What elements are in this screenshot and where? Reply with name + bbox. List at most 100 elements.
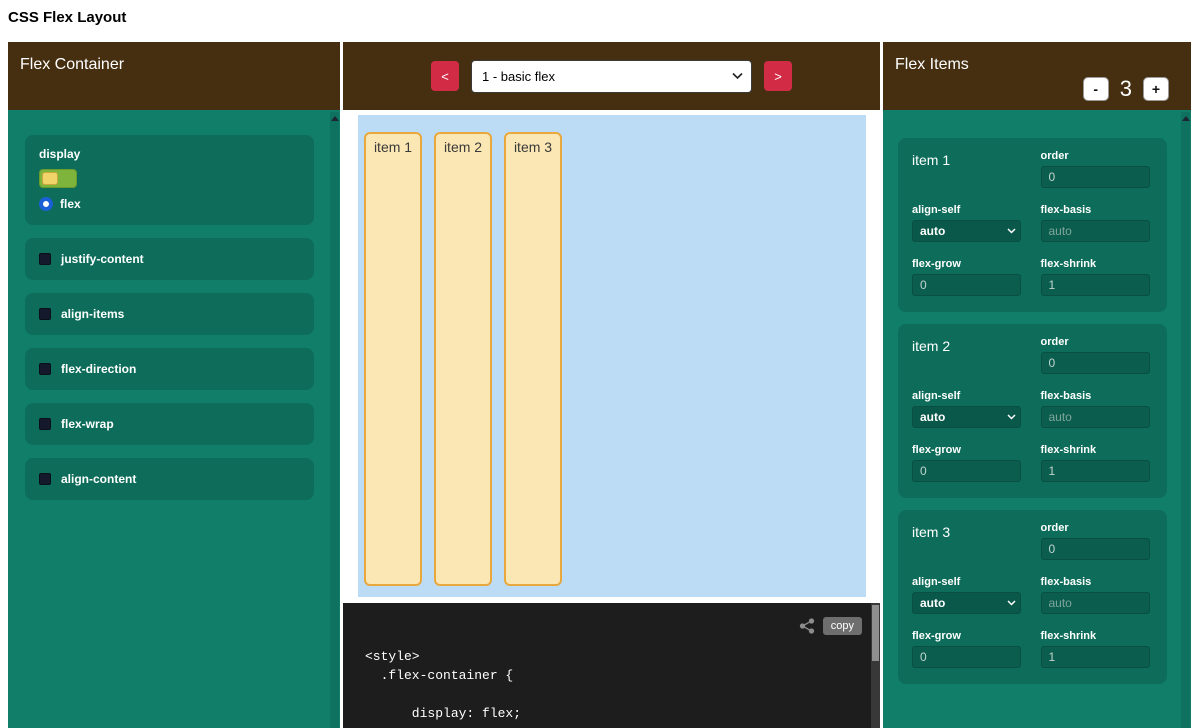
toggle-knob-icon	[42, 172, 58, 185]
align-self-select[interactable]: auto	[912, 406, 1021, 428]
display-option-group: display flex	[25, 135, 314, 225]
align-self-field: align-self auto	[912, 576, 1025, 614]
flex-container-panel-header: Flex Container	[8, 42, 340, 110]
flex-shrink-input[interactable]	[1041, 646, 1150, 668]
flex-basis-input[interactable]	[1041, 406, 1150, 428]
code-panel: copy <style> .flex-container { display: …	[343, 603, 880, 728]
example-select-wrap: 1 - basic flex	[471, 60, 752, 93]
next-example-button[interactable]: >	[764, 61, 792, 91]
order-field: order	[1041, 150, 1154, 188]
flex-items-panel: Flex Items - 3 + item 1 order align-self…	[883, 42, 1191, 728]
flex-basis-label: flex-basis	[1041, 204, 1154, 216]
copy-button[interactable]: copy	[823, 617, 862, 635]
flex-basis-field: flex-basis	[1041, 576, 1154, 614]
item-count: 3	[1120, 76, 1132, 102]
align-self-select-wrap: auto	[912, 220, 1025, 242]
add-item-button[interactable]: +	[1143, 77, 1169, 101]
scroll-up-arrow-icon[interactable]	[331, 116, 339, 121]
item-card-title: item 1	[912, 150, 1025, 188]
item-card: item 3 order align-self auto flex-basis	[898, 510, 1167, 684]
option-flex-direction: flex-direction	[25, 348, 314, 390]
align-self-select[interactable]: auto	[912, 220, 1021, 242]
align-self-label: align-self	[912, 204, 1025, 216]
option-align-items: align-items	[25, 293, 314, 335]
code-scrollbar-thumb[interactable]	[872, 605, 879, 661]
flex-shrink-label: flex-shrink	[1041, 630, 1154, 642]
flex-shrink-field: flex-shrink	[1041, 444, 1154, 482]
preview-item: item 1	[364, 132, 422, 586]
flex-basis-field: flex-basis	[1041, 390, 1154, 428]
item-card: item 2 order align-self auto flex-basis	[898, 324, 1167, 498]
example-toolbar: < 1 - basic flex >	[343, 42, 880, 110]
preview-panel: < 1 - basic flex > item 1 item 2 item 3	[343, 42, 880, 728]
flex-grow-label: flex-grow	[912, 444, 1025, 456]
right-panel-scrollbar[interactable]	[1181, 112, 1190, 728]
justify-content-label: justify-content	[61, 252, 144, 266]
flex-shrink-input[interactable]	[1041, 460, 1150, 482]
preview-item: item 3	[504, 132, 562, 586]
preview-item: item 2	[434, 132, 492, 586]
flex-shrink-label: flex-shrink	[1041, 258, 1154, 270]
align-self-field: align-self auto	[912, 204, 1025, 242]
flex-basis-label: flex-basis	[1041, 576, 1154, 588]
align-self-label: align-self	[912, 390, 1025, 402]
scroll-up-arrow-icon[interactable]	[1182, 116, 1190, 121]
order-input[interactable]	[1041, 352, 1150, 374]
flex-items-panel-header: Flex Items - 3 +	[883, 42, 1191, 110]
flex-container-panel: Flex Container display flex justify-cont…	[8, 42, 340, 728]
flex-shrink-input[interactable]	[1041, 274, 1150, 296]
display-label: display	[39, 147, 300, 161]
align-content-label: align-content	[61, 472, 136, 486]
flex-container-title: Flex Container	[20, 56, 124, 73]
flex-grow-input[interactable]	[912, 274, 1021, 296]
code-line	[365, 685, 880, 704]
flex-basis-input[interactable]	[1041, 592, 1150, 614]
item-card-title: item 3	[912, 522, 1025, 560]
left-panel-scrollbar[interactable]	[330, 112, 339, 728]
order-input[interactable]	[1041, 538, 1150, 560]
flex-shrink-field: flex-shrink	[1041, 258, 1154, 296]
align-self-select[interactable]: auto	[912, 592, 1021, 614]
flex-grow-input[interactable]	[912, 646, 1021, 668]
flex-basis-field: flex-basis	[1041, 204, 1154, 242]
align-items-checkbox[interactable]	[39, 308, 51, 320]
align-content-checkbox[interactable]	[39, 473, 51, 485]
flex-wrap-checkbox[interactable]	[39, 418, 51, 430]
flex-shrink-field: flex-shrink	[1041, 630, 1154, 668]
flex-radio-row: flex	[39, 197, 300, 211]
flex-grow-label: flex-grow	[912, 258, 1025, 270]
flex-direction-checkbox[interactable]	[39, 363, 51, 375]
option-flex-wrap: flex-wrap	[25, 403, 314, 445]
remove-item-button[interactable]: -	[1083, 77, 1109, 101]
item-count-controls: - 3 +	[1083, 76, 1169, 102]
display-toggle[interactable]	[39, 169, 77, 188]
flex-grow-field: flex-grow	[912, 258, 1025, 296]
justify-content-checkbox[interactable]	[39, 253, 51, 265]
order-label: order	[1041, 522, 1154, 534]
flex-grow-input[interactable]	[912, 460, 1021, 482]
order-field: order	[1041, 336, 1154, 374]
align-items-label: align-items	[61, 307, 124, 321]
align-self-label: align-self	[912, 576, 1025, 588]
align-self-select-wrap: auto	[912, 406, 1025, 428]
example-select[interactable]: 1 - basic flex	[471, 60, 752, 93]
order-input[interactable]	[1041, 166, 1150, 188]
order-label: order	[1041, 150, 1154, 162]
flex-direction-label: flex-direction	[61, 362, 136, 376]
item-card-title: item 2	[912, 336, 1025, 374]
code-scrollbar[interactable]	[871, 603, 880, 728]
flex-basis-input[interactable]	[1041, 220, 1150, 242]
align-self-select-wrap: auto	[912, 592, 1025, 614]
share-icon[interactable]	[799, 618, 815, 634]
flex-grow-field: flex-grow	[912, 444, 1025, 482]
prev-example-button[interactable]: <	[431, 61, 459, 91]
flex-grow-field: flex-grow	[912, 630, 1025, 668]
flex-radio[interactable]	[39, 197, 53, 211]
code-line: <style>	[365, 647, 880, 666]
code-line: display: flex;	[365, 704, 880, 723]
code-line: .flex-container {	[365, 666, 880, 685]
flex-grow-label: flex-grow	[912, 630, 1025, 642]
option-align-content: align-content	[25, 458, 314, 500]
code-toolbar: copy	[799, 617, 862, 635]
flex-wrap-label: flex-wrap	[61, 417, 114, 431]
